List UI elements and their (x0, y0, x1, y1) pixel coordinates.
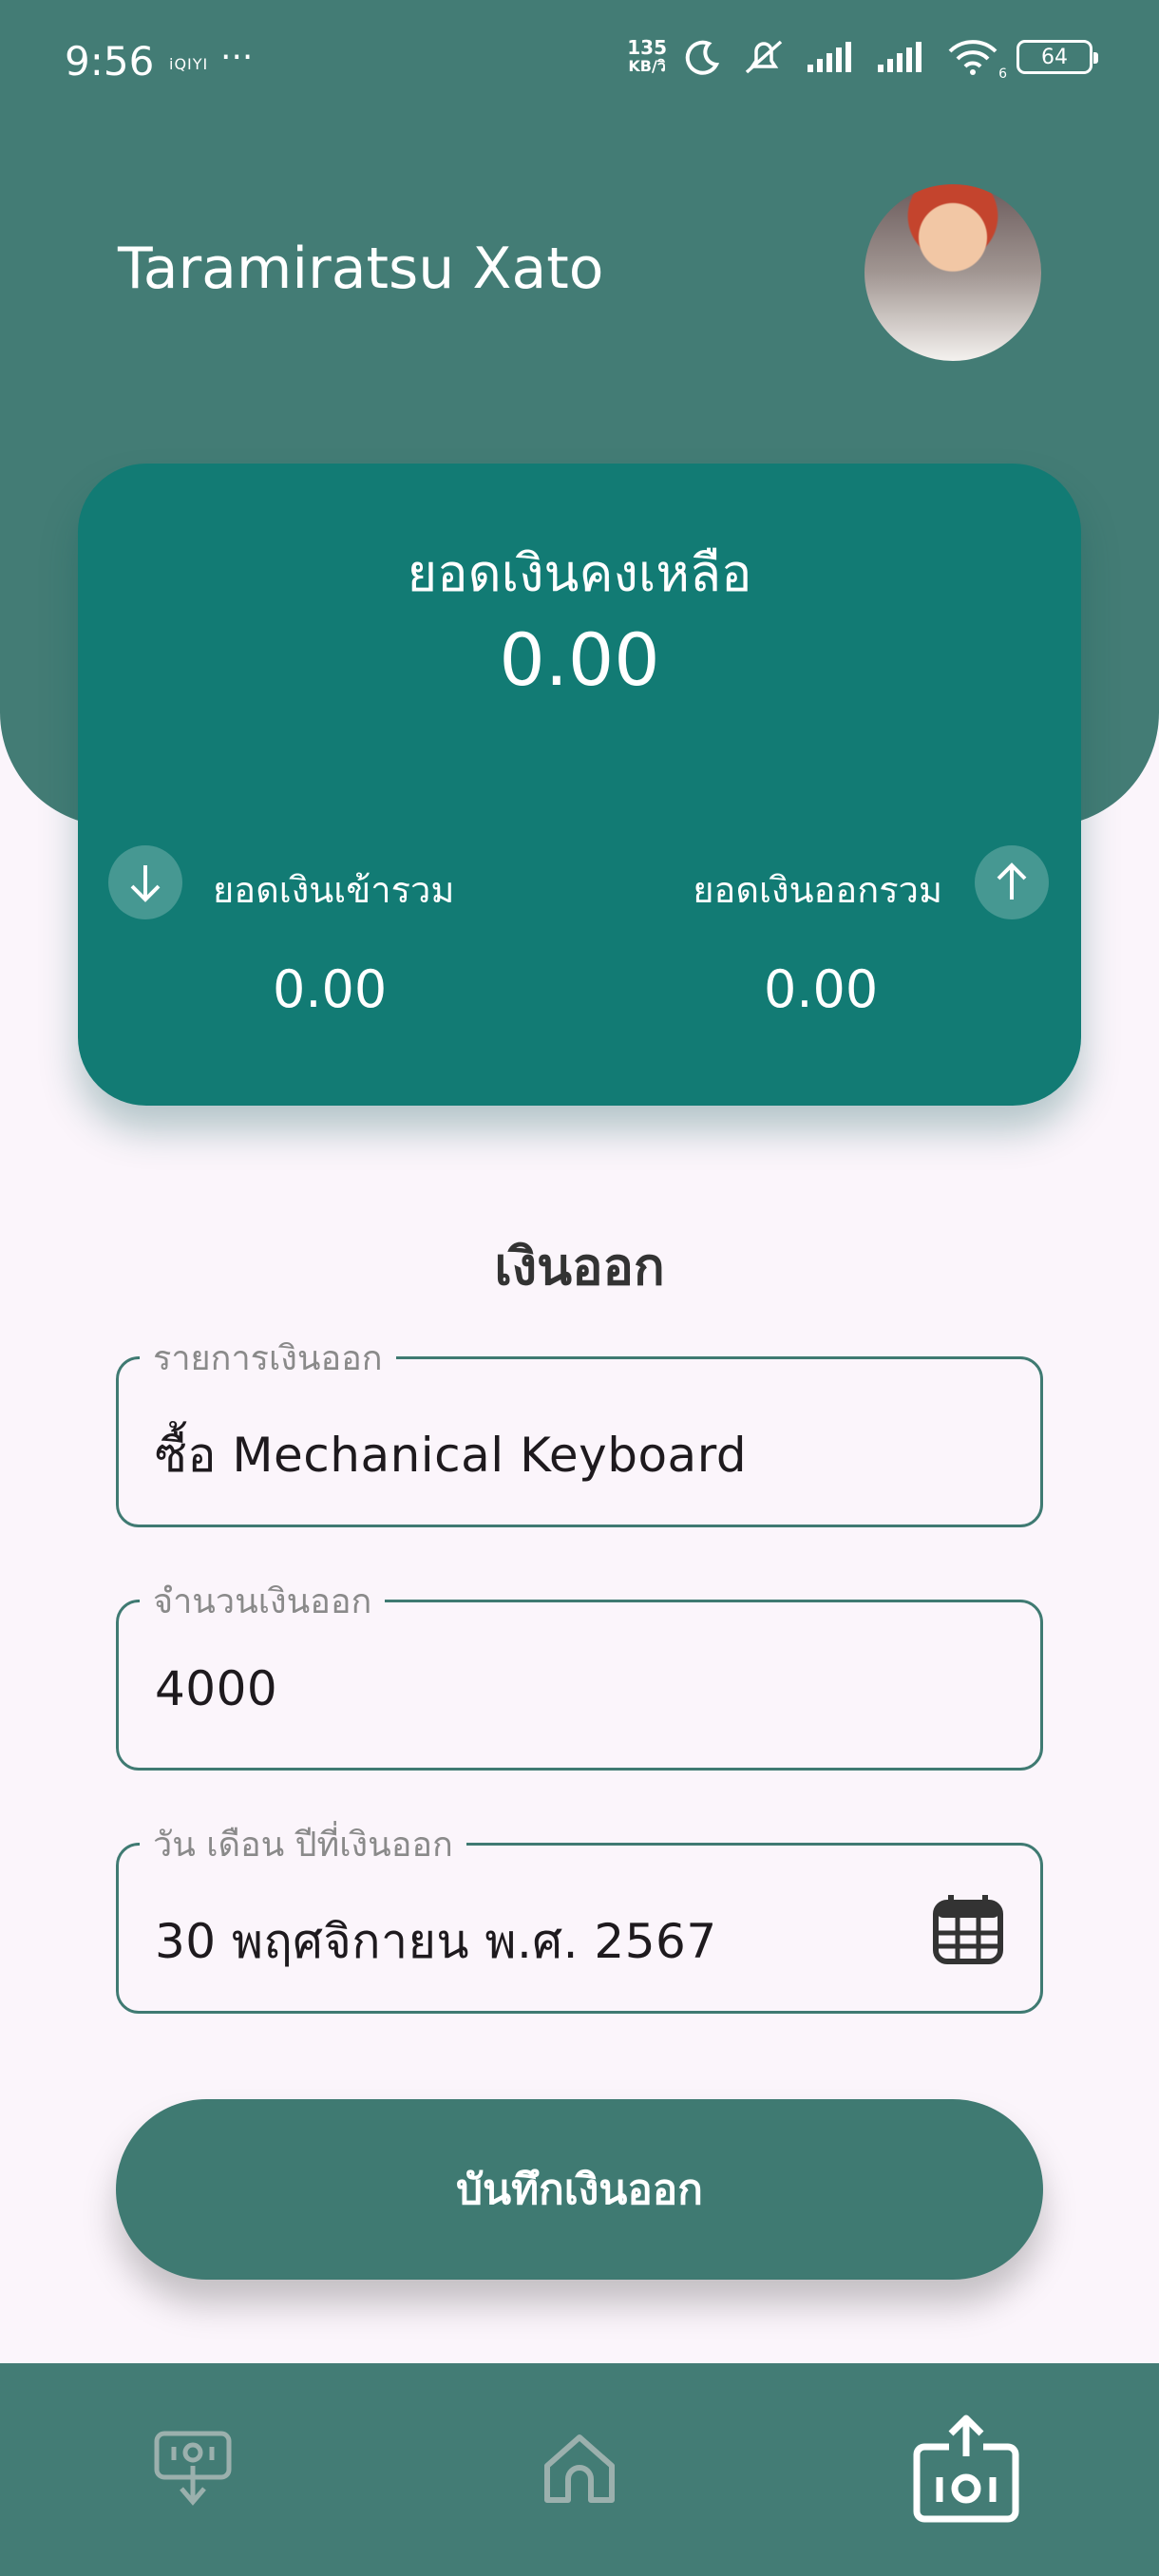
balance-title: ยอดเงินคงเหลือ (407, 543, 752, 603)
bottom-navigation (0, 2363, 1159, 2576)
silent-bell-icon (739, 38, 788, 76)
nav-item-home[interactable] (456, 2363, 703, 2576)
expense-description-field[interactable]: รายการเงินออก ซื้อ Mechanical Keyboard (116, 1331, 1043, 1527)
battery-indicator: 64 (1016, 40, 1098, 74)
arrow-down-icon (108, 845, 182, 919)
avatar[interactable] (864, 184, 1041, 361)
wifi-standard-label: 6 (998, 66, 1007, 82)
nav-item-income[interactable] (69, 2363, 316, 2576)
status-bar: 9:56 iQIYI ··· 135 KB/วิ 6 64 (0, 0, 1159, 123)
expense-amount-input[interactable]: 4000 (155, 1661, 277, 1716)
balance-card: ยอดเงินคงเหลือ 0.00 ยอดเงินเข้ารวม 0.00 … (78, 464, 1081, 1106)
app-screen: 9:56 iQIYI ··· 135 KB/วิ 6 64 Taramirats… (0, 0, 1159, 2576)
home-icon (540, 2428, 619, 2511)
wifi-icon: 6 (946, 38, 1007, 82)
expense-date-input[interactable]: 30 พฤศจิกายน พ.ศ. 2567 (155, 1904, 717, 1979)
calendar-icon[interactable] (930, 1891, 1006, 1971)
balance-value: 0.00 (499, 617, 660, 702)
signal-icon (876, 40, 929, 74)
expense-date-field[interactable]: วัน เดือน ปีที่เงินออก 30 พฤศจิกายน พ.ศ.… (116, 1817, 1043, 2014)
expense-date-label: วัน เดือน ปีที่เงินออก (140, 1817, 466, 1871)
save-expense-button[interactable]: บันทึกเงินออก (116, 2099, 1043, 2280)
form-title: เงินออก (494, 1237, 665, 1297)
user-name: Taramiratsu Xato (118, 236, 604, 302)
income-total-label: ยอดเงินเข้ารวม (213, 869, 455, 911)
expense-total-value: 0.00 (764, 959, 879, 1019)
expense-amount-label: จำนวนเงินออก (140, 1574, 386, 1628)
expense-total-label: ยอดเงินออกรวม (693, 869, 942, 911)
app-notification-badge: iQIYI (169, 55, 209, 73)
moon-icon (684, 38, 722, 76)
more-notifications-indicator: ··· (220, 38, 254, 77)
network-speed: 135 KB/วิ (627, 38, 667, 76)
income-total-value: 0.00 (273, 959, 388, 1019)
expense-description-input[interactable]: ซื้อ Mechanical Keyboard (155, 1418, 747, 1493)
expense-amount-field[interactable]: จำนวนเงินออก 4000 (116, 1574, 1043, 1771)
nav-item-expense[interactable] (843, 2363, 1090, 2576)
status-time: 9:56 (65, 38, 155, 85)
network-speed-value: 135 (627, 36, 667, 59)
arrow-up-icon (975, 845, 1049, 919)
expense-icon (911, 2413, 1021, 2527)
income-icon (153, 2428, 233, 2511)
network-speed-unit: KB/วิ (628, 57, 666, 75)
signal-icon (806, 40, 859, 74)
status-icons: 135 KB/วิ 6 64 (627, 38, 1098, 82)
expense-description-label: รายการเงินออก (140, 1331, 396, 1385)
